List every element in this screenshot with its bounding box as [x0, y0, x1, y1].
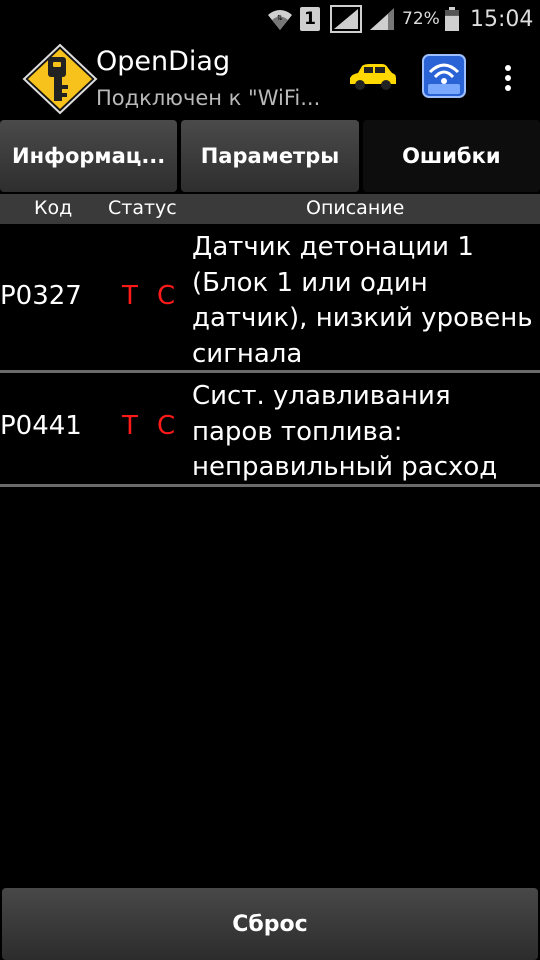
clock: 15:04	[470, 6, 534, 32]
tab-information[interactable]: Информац...	[0, 120, 178, 192]
cell-signal-2-icon	[368, 0, 398, 38]
table-header: Код Статус Описание	[0, 194, 540, 224]
error-description: Датчик детонации 1 (Блок 1 или один датч…	[192, 232, 533, 369]
error-row[interactable]: P0327 T C Датчик детонации 1 (Блок 1 или…	[0, 224, 540, 373]
tab-errors[interactable]: Ошибки	[362, 120, 540, 192]
battery-percent: 72%	[402, 9, 440, 29]
status-t: T	[122, 281, 138, 311]
overflow-menu-icon[interactable]	[498, 60, 518, 98]
action-bar: OpenDiag Подключен к "WiFi...	[0, 38, 540, 118]
battery-icon	[445, 0, 461, 38]
tab-parameters[interactable]: Параметры	[181, 120, 359, 192]
tab-bar: Информац... Параметры Ошибки	[0, 120, 540, 192]
status-c: C	[157, 411, 176, 441]
header-description: Описание	[306, 197, 405, 219]
error-list: P0327 T C Датчик детонации 1 (Блок 1 или…	[0, 224, 540, 487]
cell-signal-icon	[330, 0, 364, 38]
connection-subtitle: Подключен к "WiFi...	[96, 86, 321, 110]
sim-slot-label: 1	[300, 7, 320, 31]
error-description: Сист. улавливания паров топлива: неправи…	[192, 381, 498, 482]
wifi-adapter-icon[interactable]	[422, 54, 466, 98]
opendiag-key-logo-icon[interactable]	[22, 43, 98, 115]
status-bar: ⇅ 1 72% 15:04	[0, 0, 540, 38]
status-c: C	[157, 281, 176, 311]
error-row[interactable]: P0441 T C Сист. улавливания паров топлив…	[0, 373, 540, 487]
reset-button[interactable]: Сброс	[2, 888, 538, 960]
error-code: P0327	[0, 281, 82, 311]
header-code: Код	[34, 197, 73, 219]
app-title: OpenDiag	[96, 46, 231, 77]
svg-text:⇅: ⇅	[277, 14, 283, 22]
error-code: P0441	[0, 411, 82, 441]
header-status: Статус	[108, 197, 177, 219]
wifi-status-icon: ⇅	[266, 0, 296, 38]
sim-slot-icon: 1	[300, 0, 324, 38]
status-t: T	[122, 411, 138, 441]
yellow-car-icon[interactable]	[344, 58, 400, 94]
